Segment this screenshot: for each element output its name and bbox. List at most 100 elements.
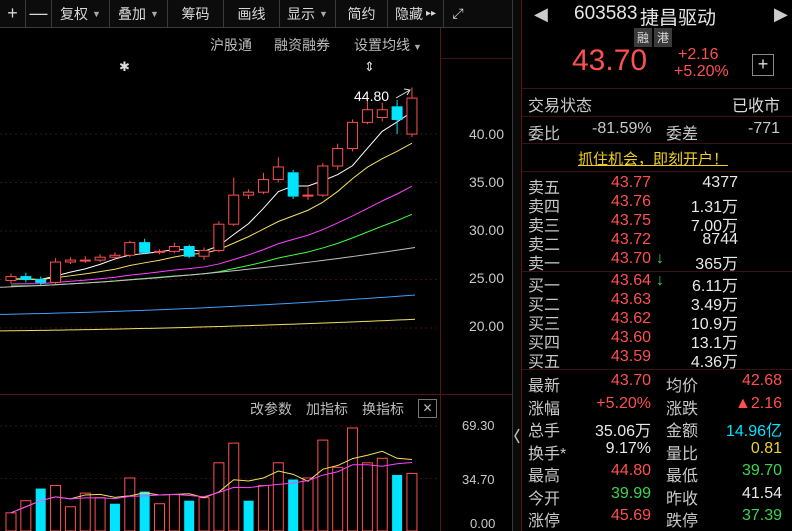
bid-row[interactable]: 买三 43.62 10.9万 (528, 310, 788, 333)
stat-row: 最新 43.70 均价 42.68 (528, 372, 788, 395)
volume-bar[interactable] (317, 439, 329, 531)
candle[interactable] (124, 240, 136, 258)
volume-bar[interactable] (184, 500, 195, 531)
candle[interactable] (139, 238, 151, 255)
next-stock-icon[interactable]: ▶ (774, 4, 788, 25)
volume-chart[interactable] (0, 420, 440, 531)
stat-label: 跌停 (666, 513, 699, 530)
candle[interactable] (391, 100, 403, 134)
candle[interactable] (154, 249, 165, 255)
candle[interactable] (94, 254, 106, 263)
kline-chart[interactable] (0, 58, 440, 394)
volume-bar[interactable] (50, 485, 62, 531)
volume-bar[interactable] (392, 474, 403, 531)
candle[interactable] (20, 272, 32, 283)
candle[interactable] (302, 187, 314, 200)
ask-row[interactable]: 卖四 43.76 1.31万 (528, 193, 788, 216)
bid-row[interactable]: 买二 43.63 3.49万 (528, 291, 788, 314)
candle[interactable] (376, 102, 388, 122)
volume-bar[interactable] (347, 427, 359, 531)
candle[interactable] (257, 172, 269, 195)
candle[interactable] (183, 244, 195, 259)
ask-price: 43.75 (611, 212, 652, 229)
edit-params-link[interactable]: 改参数 (250, 399, 292, 419)
candle[interactable] (213, 221, 225, 253)
stat-value: 0.81 (750, 439, 782, 457)
volume-bar[interactable] (64, 506, 76, 531)
price-tick: 30.00 (468, 222, 504, 238)
stat-row: 最高 44.80 最低 39.70 (528, 462, 788, 485)
panel-splitter[interactable] (512, 0, 521, 531)
simple-mode-button[interactable]: 简约 (336, 0, 388, 27)
volume-bar[interactable] (168, 494, 180, 531)
volume-bar[interactable] (139, 491, 150, 531)
candle[interactable] (50, 258, 62, 285)
stat-value: 9.17% (605, 439, 651, 457)
zoom-in-button[interactable]: + (0, 0, 26, 27)
candle[interactable] (198, 247, 210, 261)
zoom-out-button[interactable]: — (26, 0, 52, 27)
candle[interactable] (5, 273, 17, 284)
overlay-dropdown[interactable]: 叠加 ▼ (110, 0, 168, 27)
volume-bar[interactable] (406, 472, 418, 531)
price-tick: 35.00 (468, 174, 504, 190)
change-indicator-link[interactable]: 换指标 (362, 399, 404, 419)
candle[interactable] (406, 87, 418, 137)
add-indicator-link[interactable]: 加指标 (306, 399, 348, 419)
open-account-link[interactable]: 抓住机会，即刻开户！ (578, 148, 728, 169)
ask-row[interactable]: 卖二 43.72 8744 (528, 231, 788, 254)
volume-bar[interactable] (302, 477, 314, 531)
adjust-rights-dropdown[interactable]: 复权 ▼ (52, 0, 110, 27)
volume-bar[interactable] (288, 479, 299, 531)
ma-settings-dropdown[interactable]: 设置均线 ▼ (354, 35, 422, 55)
close-icon[interactable]: ✕ (418, 399, 437, 418)
volume-bar[interactable] (376, 457, 388, 531)
volume-bar[interactable] (198, 497, 210, 531)
candle[interactable] (347, 119, 359, 152)
hide-button[interactable]: 隐藏 ▸▸ (388, 0, 444, 27)
ask-price: 43.76 (611, 193, 652, 210)
volume-bar[interactable] (124, 477, 136, 531)
stat-row: 涨停 45.69 跌停 37.39 (528, 507, 788, 530)
volume-bar[interactable] (213, 462, 225, 531)
volume-bar[interactable] (243, 500, 254, 531)
stat-value: 39.70 (741, 462, 782, 479)
candle[interactable] (317, 163, 329, 198)
ask-row[interactable]: 卖三 43.75 7.00万 (528, 212, 788, 235)
add-watchlist-icon[interactable]: + (752, 54, 774, 76)
prev-stock-icon[interactable]: ◀ (534, 4, 548, 25)
candle[interactable] (287, 169, 299, 199)
ask-row[interactable]: 卖一 43.70 ↓ 365万 (528, 250, 788, 273)
stock-name: 捷昌驱动 (640, 8, 717, 29)
candle[interactable] (64, 257, 76, 264)
candle[interactable] (272, 157, 284, 183)
volume-bar[interactable] (35, 488, 46, 531)
ask-row[interactable]: 卖五 43.77 4377 (528, 174, 788, 197)
volume-bar[interactable] (361, 462, 373, 531)
volume-bar[interactable] (94, 497, 106, 531)
bid-row[interactable]: 买四 43.60 13.1万 (528, 329, 788, 352)
volume-tick: 0.00 (470, 516, 496, 531)
ma120-line (0, 294, 416, 315)
candle[interactable] (168, 242, 180, 254)
candle[interactable] (109, 252, 121, 261)
volume-bar[interactable] (154, 503, 165, 531)
volume-bar[interactable] (79, 492, 91, 531)
chips-button[interactable]: 筹码 (168, 0, 224, 27)
candle[interactable] (228, 177, 240, 227)
volume-bar[interactable] (109, 503, 120, 531)
volume-bar[interactable] (257, 485, 269, 531)
volume-bar[interactable] (332, 466, 344, 531)
candle[interactable] (332, 143, 344, 170)
bid-row[interactable]: 买一 43.64 ↓ 6.11万 (528, 272, 788, 295)
price-tick: 20.00 (468, 318, 504, 334)
bid-row[interactable]: 买五 43.59 4.36万 (528, 348, 788, 371)
margin-trading-link[interactable]: 融资融券 (274, 35, 330, 55)
fullscreen-icon[interactable]: ⤢ (444, 0, 472, 27)
display-dropdown[interactable]: 显示 ▼ (280, 0, 336, 27)
volume-bar[interactable] (5, 512, 17, 531)
candle[interactable] (79, 256, 91, 264)
draw-line-button[interactable]: 画线 (224, 0, 280, 27)
sh-hk-connect-link[interactable]: 沪股通 (210, 35, 252, 55)
candle[interactable] (243, 189, 255, 199)
